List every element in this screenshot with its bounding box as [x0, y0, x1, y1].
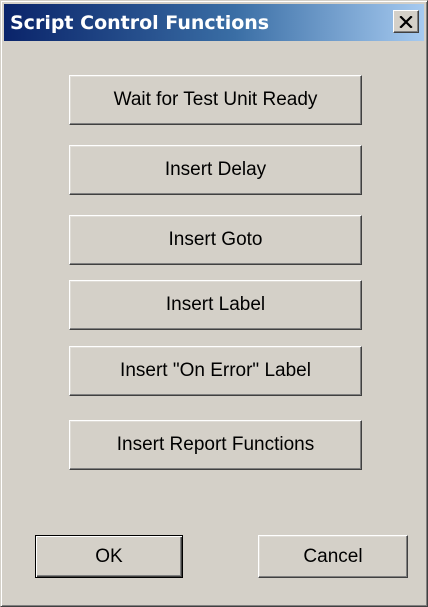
script-control-dialog: Script Control Functions Wait for Test U… — [0, 0, 428, 607]
insert-label-button[interactable]: Insert Label — [69, 280, 362, 330]
dialog-title: Script Control Functions — [10, 11, 270, 34]
close-icon — [399, 15, 413, 28]
insert-report-functions-button[interactable]: Insert Report Functions — [69, 420, 362, 470]
close-button[interactable] — [393, 10, 419, 33]
title-bar[interactable]: Script Control Functions — [4, 4, 424, 41]
insert-goto-button[interactable]: Insert Goto — [69, 215, 362, 265]
insert-on-error-label-button[interactable]: Insert "On Error" Label — [69, 346, 362, 396]
wait-for-test-unit-ready-button[interactable]: Wait for Test Unit Ready — [69, 75, 362, 125]
insert-delay-button[interactable]: Insert Delay — [69, 145, 362, 195]
ok-button[interactable]: OK — [35, 535, 183, 578]
cancel-button[interactable]: Cancel — [258, 535, 408, 578]
